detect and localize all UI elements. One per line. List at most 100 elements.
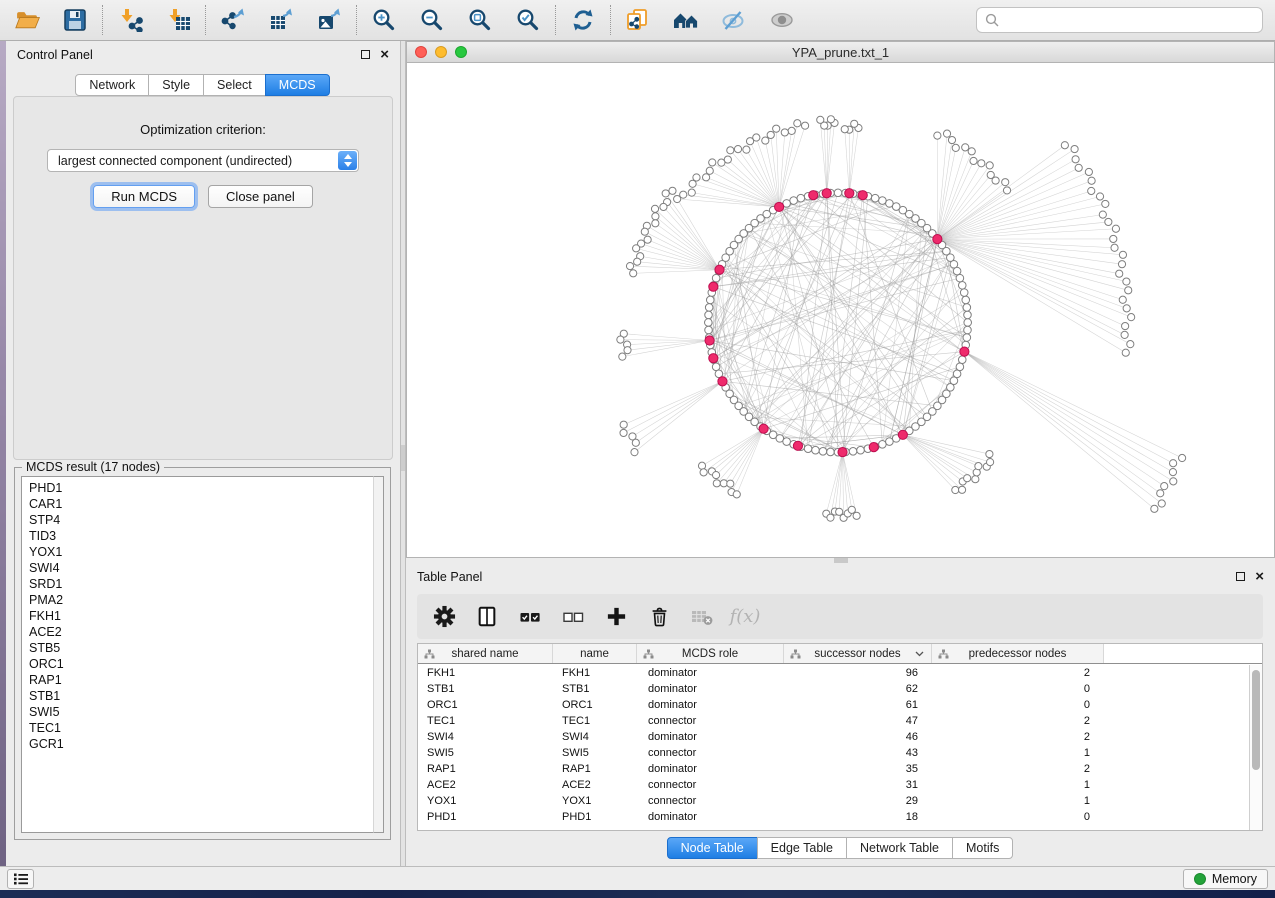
- import-table-button[interactable]: [160, 4, 196, 37]
- column-header-shared-name[interactable]: shared name: [418, 644, 553, 663]
- export-table-button[interactable]: [263, 4, 299, 37]
- mcds-result-item[interactable]: SRD1: [29, 576, 383, 592]
- delete-column-button[interactable]: [642, 600, 676, 634]
- open-session-button[interactable]: [9, 4, 45, 37]
- tab-style[interactable]: Style: [148, 74, 204, 96]
- hide-selected-button[interactable]: [716, 4, 752, 37]
- save-session-button[interactable]: [57, 4, 93, 37]
- table-row[interactable]: ORC1ORC1dominator610: [418, 697, 1249, 713]
- close-panel-icon[interactable]: ×: [1255, 572, 1264, 582]
- table-scrollbar[interactable]: [1249, 665, 1262, 830]
- tab-mcds[interactable]: MCDS: [265, 74, 330, 96]
- table-cell: dominator: [637, 731, 784, 743]
- table-row[interactable]: PHD1PHD1dominator180: [418, 809, 1249, 825]
- table-cell: SWI4: [418, 731, 553, 743]
- float-panel-icon[interactable]: [361, 50, 370, 59]
- memory-button[interactable]: Memory: [1183, 869, 1268, 889]
- minimize-window-icon[interactable]: [435, 46, 447, 58]
- deselect-all-rows-button[interactable]: [556, 600, 590, 634]
- mcds-result-scrollbar[interactable]: [373, 476, 384, 833]
- mcds-result-item[interactable]: TID3: [29, 528, 383, 544]
- column-layout-button[interactable]: [470, 600, 504, 634]
- mcds-result-item[interactable]: SWI5: [29, 704, 383, 720]
- mcds-result-item[interactable]: GCR1: [29, 736, 383, 752]
- zoom-fit-button[interactable]: [462, 4, 498, 37]
- export-network-button[interactable]: [215, 4, 251, 37]
- scrollbar-thumb[interactable]: [1252, 670, 1260, 770]
- close-panel-icon[interactable]: ×: [380, 50, 389, 60]
- clone-network-button[interactable]: [620, 4, 656, 37]
- mcds-result-item[interactable]: STP4: [29, 512, 383, 528]
- fx-icon: f(x): [730, 606, 761, 627]
- table-settings-button[interactable]: [427, 600, 461, 634]
- show-task-history-button[interactable]: [7, 869, 34, 889]
- network-window-titlebar[interactable]: YPA_prune.txt_1: [406, 41, 1275, 63]
- import-network-button[interactable]: [112, 4, 148, 37]
- table-cell: STB1: [553, 683, 637, 695]
- table-cell: ACE2: [418, 779, 553, 791]
- column-header-mcds-role[interactable]: MCDS role: [637, 644, 784, 663]
- close-panel-button[interactable]: Close panel: [208, 185, 313, 208]
- mcds-result-item[interactable]: PMA2: [29, 592, 383, 608]
- table-row[interactable]: SWI4SWI4dominator462: [418, 729, 1249, 745]
- maximize-window-icon[interactable]: [455, 46, 467, 58]
- search-box[interactable]: [976, 7, 1263, 33]
- mcds-result-item[interactable]: FKH1: [29, 608, 383, 624]
- table-row[interactable]: FKH1FKH1dominator962: [418, 665, 1249, 681]
- tab-network-table[interactable]: Network Table: [846, 837, 953, 859]
- close-window-icon[interactable]: [415, 46, 427, 58]
- tab-edge-table[interactable]: Edge Table: [757, 837, 847, 859]
- zoom-selected-button[interactable]: [510, 4, 546, 37]
- table-row[interactable]: RAP1RAP1dominator352: [418, 761, 1249, 777]
- table-row[interactable]: STB1STB1dominator620: [418, 681, 1249, 697]
- apply-layout-button[interactable]: [565, 4, 601, 37]
- show-all-button[interactable]: [764, 4, 800, 37]
- hierarchy-icon: [643, 649, 654, 659]
- splitter-handle[interactable]: [401, 445, 405, 471]
- run-mcds-button[interactable]: Run MCDS: [93, 185, 195, 208]
- mcds-result-item[interactable]: STB1: [29, 688, 383, 704]
- zoom-in-button[interactable]: [366, 4, 402, 37]
- zoom-out-button[interactable]: [414, 4, 450, 37]
- mcds-result-item[interactable]: PHD1: [29, 480, 383, 496]
- column-header-name[interactable]: name: [553, 644, 637, 663]
- mcds-result-item[interactable]: CAR1: [29, 496, 383, 512]
- search-input[interactable]: [1005, 13, 1254, 27]
- tab-node-table[interactable]: Node Table: [667, 837, 758, 859]
- mcds-result-item[interactable]: STB5: [29, 640, 383, 656]
- create-column-button[interactable]: [599, 600, 633, 634]
- tab-select[interactable]: Select: [203, 74, 266, 96]
- table-row[interactable]: ACE2ACE2connector311: [418, 777, 1249, 793]
- column-header-successor-nodes[interactable]: successor nodes: [784, 644, 932, 663]
- mcds-result-item[interactable]: ORC1: [29, 656, 383, 672]
- control-panel-tabs: Network Style Select MCDS: [6, 74, 400, 96]
- delete-table-button[interactable]: [685, 600, 719, 634]
- tab-network[interactable]: Network: [75, 74, 149, 96]
- first-neighbors-button[interactable]: [668, 4, 704, 37]
- table-row[interactable]: TEC1TEC1connector472: [418, 713, 1249, 729]
- select-all-rows-button[interactable]: [513, 600, 547, 634]
- memory-status-icon: [1194, 873, 1206, 885]
- table-row[interactable]: SWI5SWI5connector431: [418, 745, 1249, 761]
- export-image-icon: [317, 8, 342, 32]
- column-header-predecessor-nodes[interactable]: predecessor nodes: [932, 644, 1104, 663]
- table-cell: dominator: [637, 683, 784, 695]
- function-builder-button[interactable]: f(x): [728, 600, 762, 634]
- tab-motifs[interactable]: Motifs: [952, 837, 1013, 859]
- table-row[interactable]: YOX1YOX1connector291: [418, 793, 1249, 809]
- mcds-result-list[interactable]: PHD1CAR1STP4TID3YOX1SWI4SRD1PMA2FKH1ACE2…: [21, 476, 384, 833]
- mcds-result-item[interactable]: RAP1: [29, 672, 383, 688]
- mcds-result-item[interactable]: SWI4: [29, 560, 383, 576]
- table-cell: 29: [784, 795, 932, 807]
- export-image-button[interactable]: [311, 4, 347, 37]
- open-folder-icon: [15, 9, 40, 32]
- float-panel-icon[interactable]: [1236, 572, 1245, 581]
- mcds-result-item[interactable]: TEC1: [29, 720, 383, 736]
- mcds-result-item[interactable]: ACE2: [29, 624, 383, 640]
- table-panel: Table Panel ×: [406, 563, 1275, 866]
- table-cell: connector: [637, 795, 784, 807]
- network-canvas[interactable]: [406, 63, 1275, 558]
- mcds-result-item[interactable]: YOX1: [29, 544, 383, 560]
- optimization-criterion-select[interactable]: largest connected component (undirected): [47, 149, 359, 172]
- table-cell: SWI4: [553, 731, 637, 743]
